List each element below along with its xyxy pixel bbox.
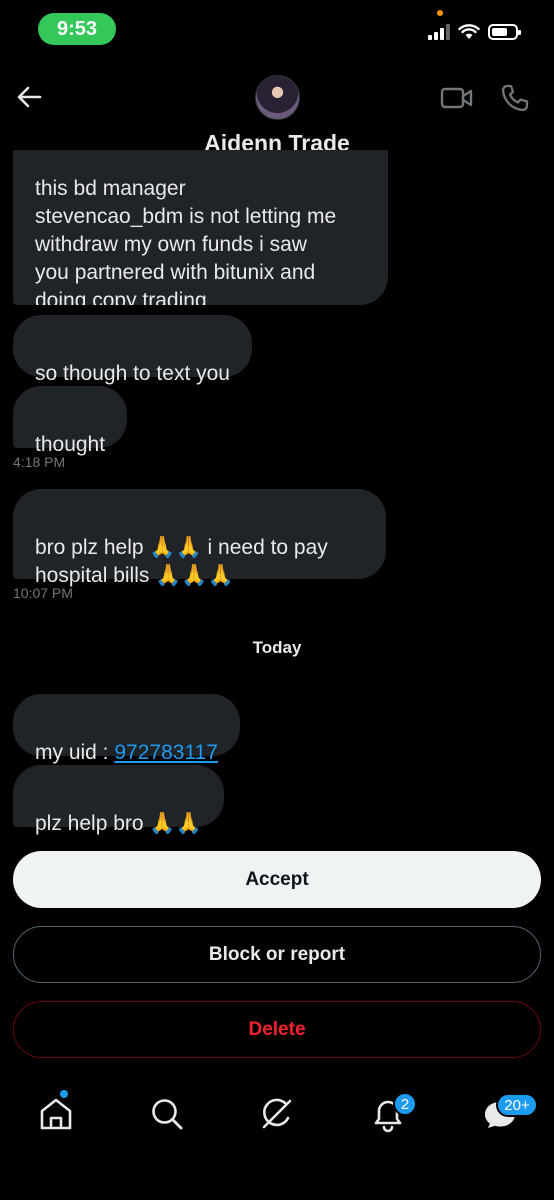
- avatar[interactable]: [255, 75, 300, 120]
- message-text-cut: this bd manager: [35, 177, 186, 200]
- signal-icon: [428, 24, 450, 40]
- message-text: my uid :: [35, 741, 115, 764]
- privacy-indicator-dot: [437, 10, 443, 16]
- messages-badge: 20+: [496, 1093, 538, 1117]
- message-bubble[interactable]: my uid : 972783117: [13, 694, 240, 764]
- message-timestamp: 4:18 PM: [13, 454, 66, 470]
- message-bubble[interactable]: thought: [13, 386, 128, 456]
- message-bubble[interactable]: bro plz help 🙏🙏 i need to pay hospital b…: [13, 489, 386, 587]
- message-text: plz help bro 🙏🙏: [35, 812, 202, 835]
- home-unread-dot: [60, 1090, 68, 1098]
- home-icon[interactable]: [36, 1094, 76, 1134]
- message-text: stevencao_bdm is not letting me withdraw…: [35, 205, 337, 305]
- day-separator: Today: [252, 638, 302, 657]
- message-text: bro plz help 🙏🙏 i need to pay hospital b…: [35, 536, 328, 587]
- accept-button[interactable]: Accept: [13, 851, 541, 908]
- uid-link[interactable]: 972783117: [114, 741, 218, 764]
- block-or-report-button[interactable]: Block or report: [13, 926, 541, 983]
- message-text: thought: [35, 433, 106, 456]
- grok-icon[interactable]: [257, 1094, 297, 1134]
- message-bubble[interactable]: plz help bro 🙏🙏: [13, 765, 224, 835]
- message-bubble[interactable]: so though to text you: [13, 315, 252, 385]
- notifications-badge: 2: [393, 1092, 417, 1116]
- status-icons: [428, 24, 521, 40]
- message-timestamp: 10:07 PM: [13, 585, 73, 601]
- back-arrow-icon[interactable]: [14, 82, 44, 112]
- phone-icon[interactable]: [500, 83, 530, 113]
- message-bubble[interactable]: this bd manager stevencao_bdm is not lett…: [13, 150, 388, 305]
- message-text: so though to text you: [35, 362, 230, 385]
- status-time: 9:53: [38, 13, 116, 45]
- delete-button[interactable]: Delete: [13, 1001, 541, 1058]
- search-icon[interactable]: [147, 1094, 187, 1134]
- battery-icon: [488, 24, 521, 40]
- wifi-icon: [458, 24, 480, 39]
- video-call-icon[interactable]: [440, 84, 474, 112]
